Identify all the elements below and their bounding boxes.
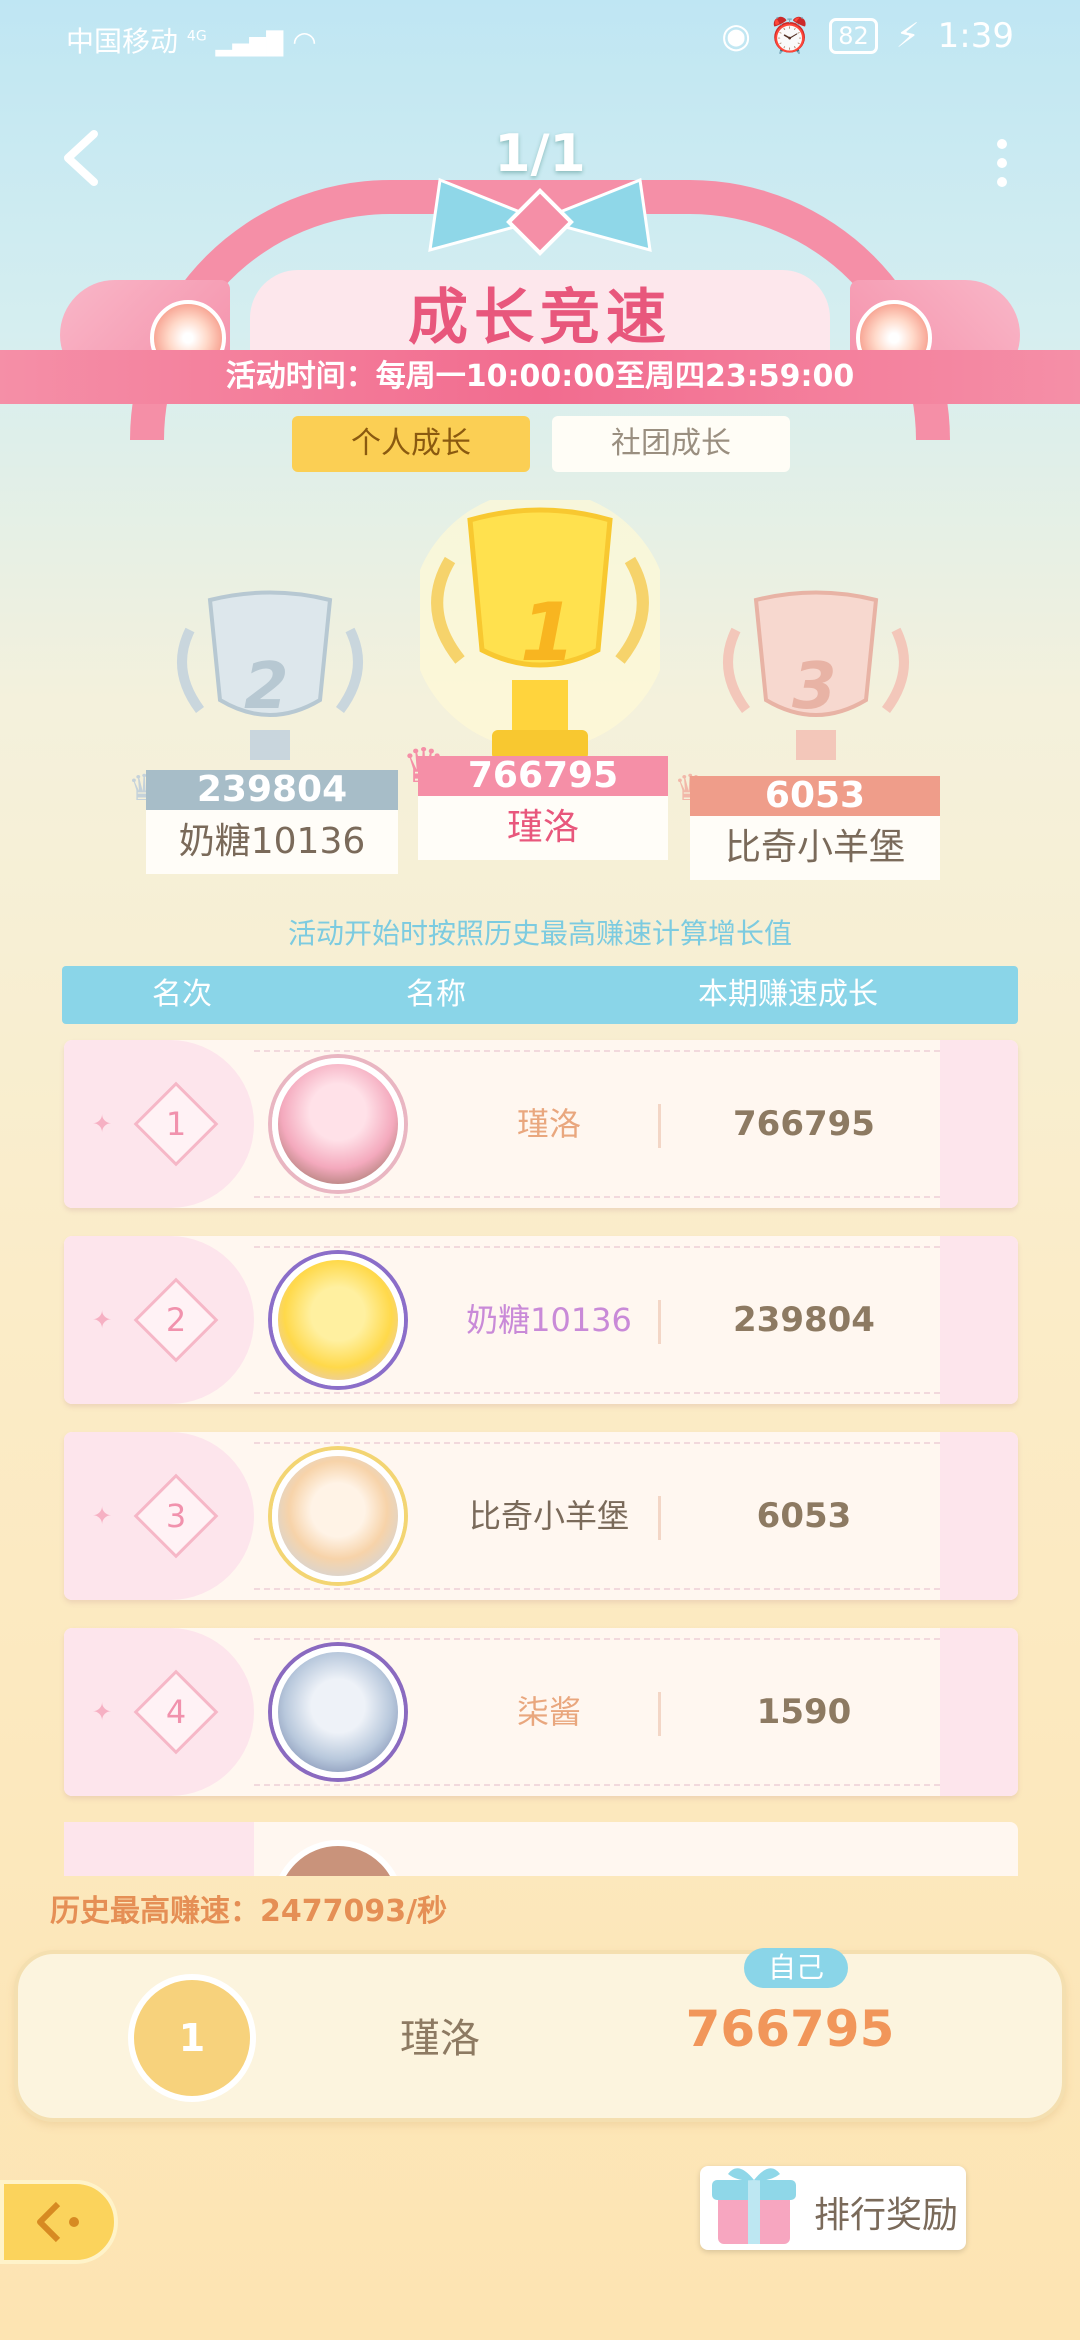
podium-rank-3: 3 [792,650,837,724]
row-name: 瑾洛 [516,1105,581,1143]
back-arrow-icon [37,2201,79,2243]
sparkle-icon: ✦ [92,1698,113,1726]
podium-score-3: 6053 [690,776,940,816]
carrier-text: 中国移动 [66,25,179,58]
avatar[interactable] [272,1450,404,1582]
row-rank: 4 [165,1693,187,1731]
podium-score-1: 766795 [418,756,668,796]
charging-icon: ⚡ [895,16,920,56]
info-note: 活动开始时按照历史最高赚速计算增长值 [287,917,792,950]
sparkle-icon: ✦ [92,1306,113,1334]
row-right-bg [940,1432,1018,1600]
signal-icon: ▂▄▆█ [215,32,284,57]
row-score: 6053 [756,1496,852,1536]
row-score: 239804 [733,1300,875,1340]
podium-name-2: 奶糖10136 [146,810,398,874]
podium-rank-1: 1 [520,586,576,679]
self-rank: 1 [128,1974,256,2102]
event-time: 活动时间：每周一10:00:00至周四23:59:00 [0,350,1080,404]
back-icon[interactable] [56,128,104,188]
clock: 1:39 [937,16,1014,56]
podium-name-3: 比奇小羊堡 [690,816,940,880]
podium-name-1: 瑾洛 [418,796,668,860]
avatar[interactable] [272,1058,404,1190]
wifi-icon: ◠ [292,25,317,58]
row-name: 比奇小羊堡 [468,1497,629,1535]
table-row[interactable]: ✦ 4 柒酱 1590 [64,1628,1018,1796]
status-bar: 中国移动 4G ▂▄▆█ ◠ ◉ ⏰ 82 ⚡ 1:39 [0,0,1080,76]
collapse-button[interactable] [0,2180,118,2264]
battery-indicator: 82 [829,18,878,54]
self-badge: 自己 [744,1948,848,1988]
avatar[interactable] [272,1646,404,1778]
carrier-label: 中国移动 4G ▂▄▆█ ◠ [66,20,317,60]
sparkle-icon: ✦ [92,1502,113,1530]
history-best: 历史最高赚速：2477093/秒 [50,1894,448,1929]
row-name: 奶糖10136 [466,1301,632,1339]
reward-label: 排行奖励 [814,2195,959,2236]
header-name: 名称 [406,977,466,1012]
table-row[interactable]: ✦ 3 比奇小羊堡 6053 [64,1432,1018,1600]
podium-score-2: 239804 [146,770,398,810]
table-header: 名次 名称 本期赚速成长 [62,966,1018,1024]
avatar[interactable] [272,1254,404,1386]
row-left-bg [64,1822,254,1876]
gift-icon [712,2168,796,2244]
row-separator [658,1104,661,1148]
podium-rank-2: 2 [244,650,289,724]
row-rank: 2 [165,1301,187,1339]
table-row[interactable]: ✦ 1 瑾洛 766795 [64,1040,1018,1208]
row-separator [658,1496,661,1540]
row-rank: 1 [165,1105,187,1143]
row-rank: 3 [165,1497,187,1535]
row-score: 1590 [756,1692,852,1732]
self-score: 766795 [685,2000,895,2058]
row-right-bg [940,1040,1018,1208]
row-name: 柒酱 [516,1693,581,1731]
header-rank: 名次 [152,977,212,1012]
status-right: ◉ ⏰ 82 ⚡ 1:39 [721,16,1014,56]
signal-type: 4G [186,28,207,45]
sparkle-icon: ✦ [92,1110,113,1138]
row-score: 766795 [733,1104,875,1144]
tab-personal-growth[interactable]: 个人成长 [292,416,530,472]
row-right-bg [940,1236,1018,1404]
header-growth: 本期赚速成长 [698,977,878,1012]
bow-icon [428,177,652,256]
table-row-partial [64,1822,1018,1876]
alarm-icon: ⏰ [768,16,812,56]
self-name: 瑾洛 [400,2016,480,2062]
more-icon[interactable] [992,138,1012,188]
row-right-bg [940,1628,1018,1796]
eye-icon: ◉ [721,16,751,56]
table-row[interactable]: ✦ 2 奶糖10136 239804 [64,1236,1018,1404]
row-separator [658,1300,661,1344]
row-separator [658,1692,661,1736]
tab-club-growth[interactable]: 社团成长 [552,416,790,472]
